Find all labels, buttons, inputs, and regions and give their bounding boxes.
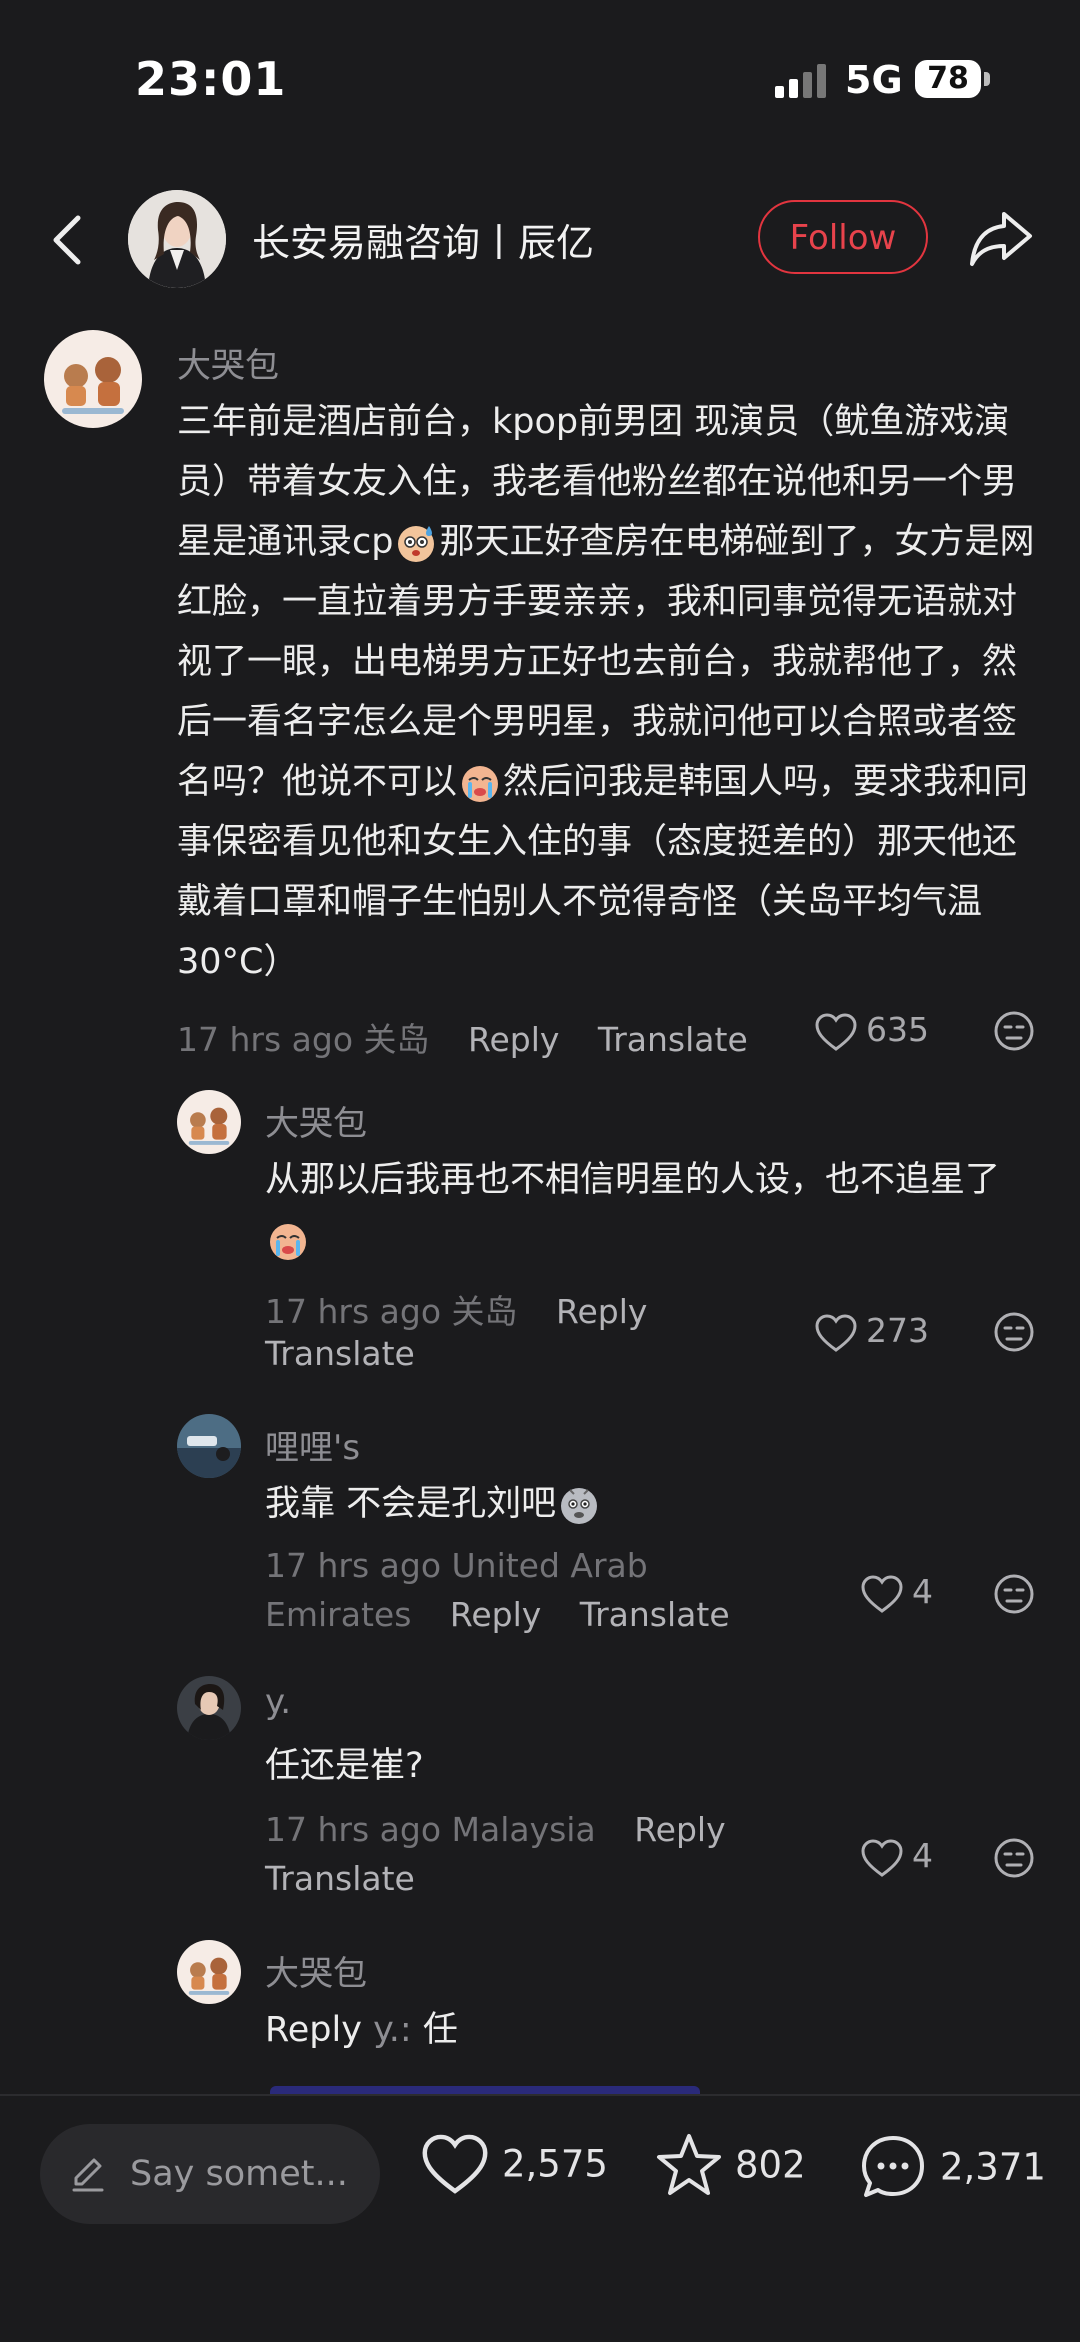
post-like-button[interactable]: 2,575 [420, 2132, 608, 2202]
star-icon [657, 2134, 721, 2195]
heart-icon [861, 1574, 903, 1613]
like-button[interactable]: 4 [860, 1836, 933, 1878]
reply-target[interactable]: y.: [373, 2010, 412, 2050]
heart-icon [422, 2134, 488, 2194]
reply-button[interactable]: Reply [450, 1595, 541, 1634]
comment-text-part: 那天正好查房在电梯碰到了，女方是网红脸，一直拉着男方手要亲亲，我和同事觉得无语就… [177, 522, 1035, 802]
like-count: 635 [866, 1010, 929, 1049]
comment-author[interactable]: 大哭包 [265, 1096, 367, 1145]
comment-meta: 17 hrs ago Malaysia Reply [265, 1810, 726, 1849]
comment-text-part: 从那以后我再也不相信明星的人设，也不追星了 [265, 1160, 1001, 1200]
status-bar: 23:01 5G 78 [0, 0, 1080, 160]
like-count: 273 [866, 1311, 929, 1350]
crying-emoji-icon [270, 1224, 306, 1260]
comment-input-placeholder: Say somet... [130, 2154, 348, 2194]
comment-meta: 17 hrs ago 关岛 Reply Translate [177, 1013, 748, 1061]
network-type: 5G [845, 58, 903, 102]
reply-button[interactable]: Reply [468, 1020, 559, 1059]
comment-meta: Emirates Reply Translate [265, 1595, 730, 1634]
dislike-icon[interactable] [993, 1010, 1035, 1052]
commenter-avatar[interactable] [177, 1676, 241, 1740]
signal-icon [775, 64, 826, 98]
like-button[interactable]: 273 [814, 1311, 929, 1353]
comment-text: Reply y.: 任 [265, 2000, 1040, 2060]
comment-author[interactable]: y. [265, 1682, 291, 1722]
translate-button[interactable]: Translate [598, 1020, 748, 1059]
heart-icon [861, 1838, 903, 1877]
comment-author[interactable]: 大哭包 [265, 1946, 367, 1995]
post-favorite-button[interactable]: 802 [655, 2132, 806, 2202]
comment-time-location: 17 hrs ago Malaysia [265, 1810, 596, 1849]
share-icon[interactable] [966, 206, 1036, 270]
comment-text: 我靠 不会是孔刘吧 [265, 1474, 1040, 1534]
pencil-icon [72, 2158, 104, 2192]
comment-text: 任还是崔? [265, 1746, 424, 1786]
comment-author[interactable]: 哩哩's [265, 1420, 360, 1469]
comment-time-location: 17 hrs ago United Arab [265, 1546, 648, 1585]
heart-icon [815, 1012, 857, 1051]
comment-time-location: 17 hrs ago 关岛 [265, 1292, 518, 1331]
dislike-icon[interactable] [993, 1837, 1035, 1879]
translate-button[interactable]: Translate [265, 1859, 415, 1898]
account-name[interactable]: 长安易融咨询丨辰亿 [252, 212, 594, 267]
dislike-icon[interactable] [993, 1311, 1035, 1353]
reply-button[interactable]: Reply [556, 1292, 647, 1331]
translate-button[interactable]: Translate [265, 1334, 415, 1373]
like-count: 4 [912, 1836, 933, 1875]
comment-text-part: 我靠 不会是孔刘吧 [265, 1484, 557, 1524]
commenter-avatar[interactable] [177, 1414, 241, 1478]
comment-text: 三年前是酒店前台，kpop前男团 现演员（鱿鱼游戏演员）带着女友入住，我老看他粉… [177, 392, 1037, 992]
commenter-avatar[interactable] [177, 1090, 241, 1154]
reply-button[interactable]: Reply [634, 1810, 725, 1849]
reply-prefix: Reply [265, 2010, 362, 2050]
commenter-avatar[interactable] [177, 1940, 241, 2004]
author-avatar[interactable] [128, 190, 226, 288]
like-button[interactable]: 635 [814, 1010, 929, 1052]
like-count: 4 [912, 1572, 933, 1611]
post-favorite-count: 802 [735, 2143, 806, 2187]
comment-text: 从那以后我再也不相信明星的人设，也不追星了 [265, 1150, 1040, 1270]
bottom-action-bar: Say somet... 2,575 802 2,371 [0, 2096, 1080, 2342]
back-icon[interactable] [40, 208, 100, 272]
surprised-sweat-emoji-icon [398, 526, 435, 562]
translate-button[interactable]: Translate [580, 1595, 730, 1634]
battery-tip [984, 72, 990, 86]
crying-emoji-icon [462, 766, 499, 802]
post-header: 长安易融咨询丨辰亿 Follow [0, 180, 1080, 300]
post-like-count: 2,575 [502, 2142, 608, 2186]
commenter-avatar[interactable] [44, 330, 142, 428]
battery-indicator: 78 [915, 60, 981, 98]
comment-icon [862, 2136, 924, 2197]
status-time: 23:01 [135, 52, 287, 106]
comment-time-location: Emirates [265, 1595, 412, 1634]
heart-icon [815, 1313, 857, 1352]
comment-input[interactable]: Say somet... [40, 2124, 380, 2224]
comment-text-part: 任 [422, 2010, 458, 2050]
post-comment-button[interactable]: 2,371 [858, 2132, 1046, 2202]
comment-time-location: 17 hrs ago 关岛 [177, 1020, 430, 1059]
follow-button[interactable]: Follow [758, 200, 928, 274]
comment-author[interactable]: 大哭包 [177, 338, 279, 387]
dislike-icon[interactable] [993, 1573, 1035, 1615]
comment-meta: 17 hrs ago 关岛 Reply [265, 1285, 647, 1333]
post-comment-count: 2,371 [940, 2145, 1046, 2189]
like-button[interactable]: 4 [860, 1572, 933, 1614]
shocked-gray-emoji-icon [561, 1488, 598, 1524]
